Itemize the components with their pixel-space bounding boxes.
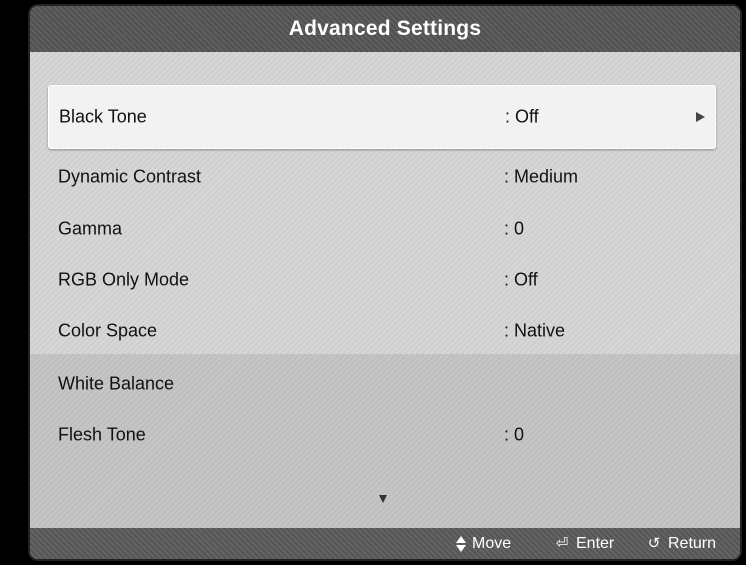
- menu-item-label: Flesh Tone: [58, 424, 146, 445]
- return-hint: ↺ Return: [645, 535, 716, 553]
- menu-item-white-balance[interactable]: White Balance: [58, 359, 716, 409]
- menu-item-flesh-tone[interactable]: Flesh Tone : 0: [58, 410, 716, 460]
- menu-item-rgb-only-mode[interactable]: RGB Only Mode : Off: [58, 255, 716, 305]
- menu-item-value: : 0: [504, 424, 525, 445]
- menu-item-gamma[interactable]: Gamma : 0: [58, 204, 716, 254]
- menu-item-label: White Balance: [58, 373, 175, 394]
- menu-item-value: : Medium: [504, 166, 579, 187]
- menu-item-dynamic-contrast[interactable]: Dynamic Contrast : Medium: [58, 152, 716, 202]
- enter-label: Enter: [576, 534, 615, 552]
- footer-hint-bar: Move ⏎ Enter ↺ Return: [30, 528, 740, 559]
- dialog-title: Advanced Settings: [30, 6, 740, 52]
- return-icon: ↺: [647, 534, 661, 552]
- menu-item-value: : Off: [505, 106, 539, 127]
- menu-item-label: Black Tone: [59, 106, 147, 127]
- menu-item-value: : Native: [504, 320, 566, 341]
- up-down-arrows-icon: [455, 535, 467, 552]
- return-label: Return: [668, 534, 717, 552]
- menu-item-black-tone[interactable]: Black Tone : Off: [48, 85, 716, 149]
- menu-item-label: Gamma: [58, 218, 123, 239]
- enter-icon: ⏎: [555, 534, 569, 552]
- menu-item-label: RGB Only Mode: [58, 269, 190, 290]
- menu-item-value: : 0: [504, 218, 525, 239]
- arrow-right-icon: [696, 112, 705, 122]
- move-hint: Move: [455, 535, 511, 553]
- menu-item-label: Color Space: [58, 320, 158, 341]
- screen-frame: Advanced Settings Black Tone : Off Dynam…: [0, 0, 746, 565]
- scroll-down-icon[interactable]: [379, 495, 387, 503]
- menu-item-label: Dynamic Contrast: [58, 166, 202, 187]
- menu-item-color-space[interactable]: Color Space : Native: [58, 306, 716, 356]
- enter-hint: ⏎ Enter: [553, 534, 615, 553]
- move-label: Move: [472, 534, 512, 552]
- advanced-settings-dialog: Advanced Settings Black Tone : Off Dynam…: [28, 4, 742, 561]
- menu-item-value: : Off: [504, 269, 538, 290]
